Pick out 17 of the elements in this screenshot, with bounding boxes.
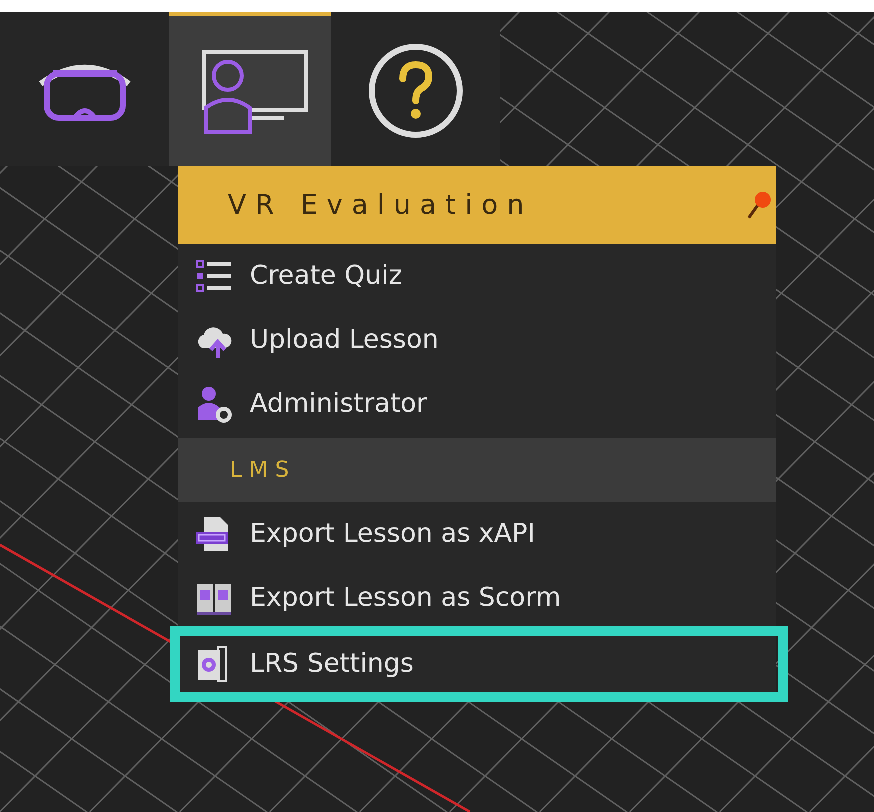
menu-item-label: LRS Settings	[250, 649, 414, 679]
menu-title: VR Evaluation	[228, 190, 534, 220]
toolbar-button[interactable]	[331, 12, 500, 166]
menu-item[interactable]: Upload Lesson	[178, 308, 776, 372]
menu-item[interactable]: Export Lesson as Scorm	[178, 566, 776, 630]
section-heading: L M S	[178, 438, 776, 502]
menu-item-label: Create Quiz	[250, 261, 402, 291]
menu-item-label: Upload Lesson	[250, 325, 439, 355]
toolbar-button[interactable]	[169, 12, 331, 166]
menu-item[interactable]: Create Quiz	[178, 244, 776, 308]
menu-item[interactable]: Administrator	[178, 372, 776, 436]
pin-icon	[746, 190, 772, 220]
menu-item[interactable]: Export Lesson as xAPI	[178, 502, 776, 566]
menu-item-label: Export Lesson as xAPI	[250, 519, 536, 549]
menu-item[interactable]: LRS Settings	[178, 634, 780, 694]
menu-item-label: Administrator	[250, 389, 428, 419]
menu-item-label: Export Lesson as Scorm	[250, 583, 562, 613]
